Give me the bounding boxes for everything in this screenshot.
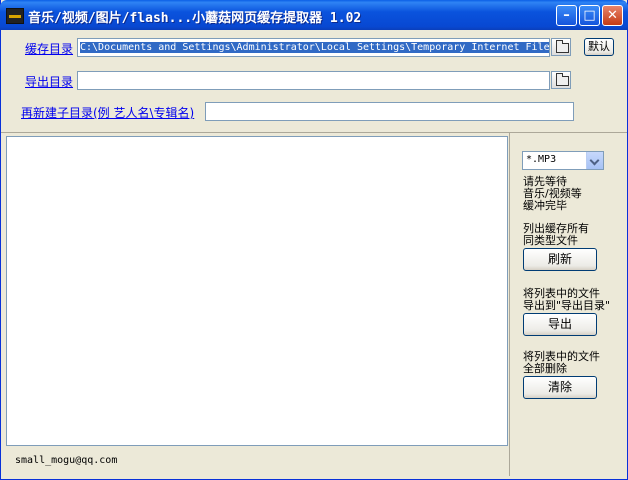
export-dir-browse-button[interactable] <box>551 71 571 89</box>
file-type-selected: *.MP3 <box>526 154 557 165</box>
chevron-down-icon[interactable] <box>586 152 603 169</box>
title-bar[interactable]: 音乐/视频/图片/flash...小蘑菇网页缓存提取器 1.02 – □ ✕ <box>0 0 628 30</box>
cache-dir-field[interactable]: C:\Documents and Settings\Administrator\… <box>77 38 550 57</box>
export-button[interactable]: 导出 <box>523 313 597 336</box>
export-dir-label[interactable]: 导出目录 <box>25 73 73 90</box>
cache-dir-value: C:\Documents and Settings\Administrator\… <box>80 42 549 53</box>
delete-hint-line: 全部删除 <box>523 362 567 375</box>
export-dir-field[interactable] <box>77 71 550 90</box>
cache-dir-browse-button[interactable] <box>551 38 571 56</box>
window-title: 音乐/视频/图片/flash...小蘑菇网页缓存提取器 1.02 <box>28 11 362 26</box>
export-hint-line: 导出到"导出目录" <box>523 299 611 312</box>
minimize-button[interactable]: – <box>556 5 577 26</box>
cache-dir-label[interactable]: 缓存目录 <box>25 40 73 57</box>
app-window: 音乐/视频/图片/flash...小蘑菇网页缓存提取器 1.02 – □ ✕ 缓… <box>0 0 628 480</box>
status-email: small_mogu@qq.com <box>15 455 118 466</box>
close-button[interactable]: ✕ <box>602 5 623 26</box>
subdir-field[interactable] <box>205 102 574 121</box>
list-hint-line: 同类型文件 <box>523 234 578 247</box>
app-icon <box>6 8 24 24</box>
clear-button[interactable]: 清除 <box>523 376 597 399</box>
subdir-label[interactable]: 再新建子目录(例 艺人名\专辑名) <box>21 104 194 121</box>
folder-icon <box>556 73 569 86</box>
maximize-button[interactable]: □ <box>579 5 600 26</box>
export-hint: 将列表中的文件 导出到"导出目录" <box>523 288 610 312</box>
refresh-button[interactable]: 刷新 <box>523 248 597 271</box>
file-list[interactable] <box>6 136 508 446</box>
folder-icon <box>556 40 569 53</box>
divider <box>509 133 510 476</box>
file-type-select[interactable]: *.MP3 <box>522 151 604 170</box>
wait-hint-line: 缓冲完毕 <box>523 199 567 212</box>
list-hint: 列出缓存所有 同类型文件 <box>523 223 589 247</box>
default-button[interactable]: 默认 <box>584 38 614 56</box>
delete-hint: 将列表中的文件 全部删除 <box>523 351 600 375</box>
divider <box>1 132 627 133</box>
wait-hint: 请先等待 音乐/视频等 缓冲完毕 <box>523 176 582 212</box>
